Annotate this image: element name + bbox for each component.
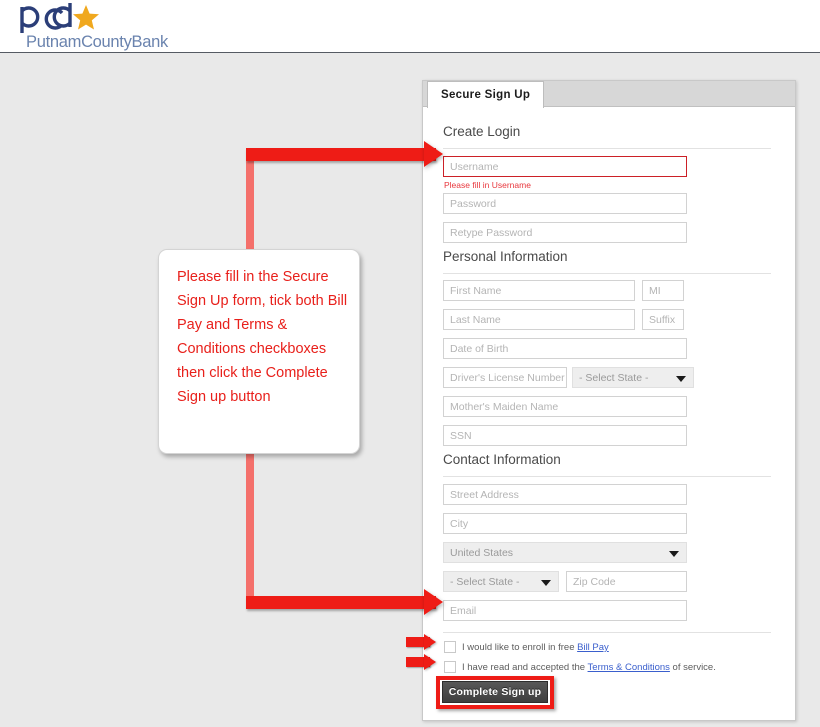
- state-value: - Select State -: [450, 576, 520, 588]
- terms-label: I have read and accepted the Terms & Con…: [462, 662, 716, 673]
- license-state-value: - Select State -: [579, 372, 649, 384]
- tab-secure-sign-up[interactable]: Secure Sign Up: [427, 81, 545, 108]
- section-divider-personal-information: [443, 273, 771, 274]
- bill-pay-checkbox[interactable]: [444, 641, 456, 653]
- terms-text-after: of service.: [669, 662, 716, 673]
- drivers-license-input[interactable]: Driver's License Number: [443, 367, 567, 388]
- section-heading-personal-information: Personal Information: [443, 249, 568, 264]
- chevron-down-icon: [676, 375, 686, 382]
- instruction-callout: Please fill in the Secure Sign Up form, …: [158, 249, 360, 454]
- section-divider-contact-information: [443, 476, 771, 477]
- signup-form: Create Login Username Please fill in Use…: [423, 108, 795, 720]
- section-heading-contact-information: Contact Information: [443, 452, 561, 467]
- pcb-logo-icon: [20, 3, 99, 33]
- annotation-arrow-top-head: [424, 141, 443, 167]
- annotation-arrow-top-shaft: [246, 148, 436, 161]
- chevron-down-icon: [541, 579, 551, 586]
- annotation-arrow-bottom-head: [424, 589, 443, 615]
- email-input[interactable]: Email: [443, 600, 687, 621]
- mothers-maiden-name-input[interactable]: Mother's Maiden Name: [443, 396, 687, 417]
- bill-pay-text-before: I would like to enroll in free: [462, 642, 578, 653]
- zip-code-input[interactable]: Zip Code: [566, 571, 687, 592]
- last-name-input[interactable]: Last Name: [443, 309, 635, 330]
- middle-initial-input[interactable]: MI: [642, 280, 684, 301]
- annotation-arrow-terms-head: [424, 654, 436, 670]
- complete-signup-button[interactable]: Complete Sign up: [442, 681, 548, 703]
- username-input[interactable]: Username: [443, 156, 687, 177]
- section-heading-create-login: Create Login: [443, 124, 521, 139]
- annotation-arrow-bottom-shaft: [246, 596, 436, 609]
- instruction-callout-text: Please fill in the Secure Sign Up form, …: [177, 269, 348, 405]
- page-header: PutnamCountyBank: [0, 0, 820, 53]
- username-error-message: Please fill in Username: [444, 180, 531, 190]
- license-state-select[interactable]: - Select State -: [572, 367, 694, 388]
- password-input[interactable]: Password: [443, 193, 687, 214]
- retype-password-input[interactable]: Retype Password: [443, 222, 687, 243]
- bill-pay-link[interactable]: Bill Pay: [577, 642, 609, 653]
- annotation-arrow-billpay-head: [424, 634, 436, 650]
- first-name-input[interactable]: First Name: [443, 280, 635, 301]
- bank-logo[interactable]: PutnamCountyBank: [18, 0, 218, 52]
- terms-conditions-link[interactable]: Terms & Conditions: [588, 662, 670, 673]
- date-of-birth-input[interactable]: Date of Birth: [443, 338, 687, 359]
- country-select[interactable]: United States: [443, 542, 687, 563]
- bank-wordmark: PutnamCountyBank: [26, 33, 168, 51]
- section-divider-create-login: [443, 148, 771, 149]
- bill-pay-label: I would like to enroll in free Bill Pay: [462, 642, 609, 653]
- street-address-input[interactable]: Street Address: [443, 484, 687, 505]
- state-select[interactable]: - Select State -: [443, 571, 559, 592]
- city-input[interactable]: City: [443, 513, 687, 534]
- terms-text-before: I have read and accepted the: [462, 662, 588, 673]
- terms-checkbox[interactable]: [444, 661, 456, 673]
- ssn-input[interactable]: SSN: [443, 425, 687, 446]
- suffix-input[interactable]: Suffix: [642, 309, 684, 330]
- country-value: United States: [450, 547, 514, 559]
- chevron-down-icon: [669, 550, 679, 557]
- secure-signup-panel: Secure Sign Up Create Login Username Ple…: [422, 80, 796, 721]
- section-divider-agreements: [443, 632, 771, 633]
